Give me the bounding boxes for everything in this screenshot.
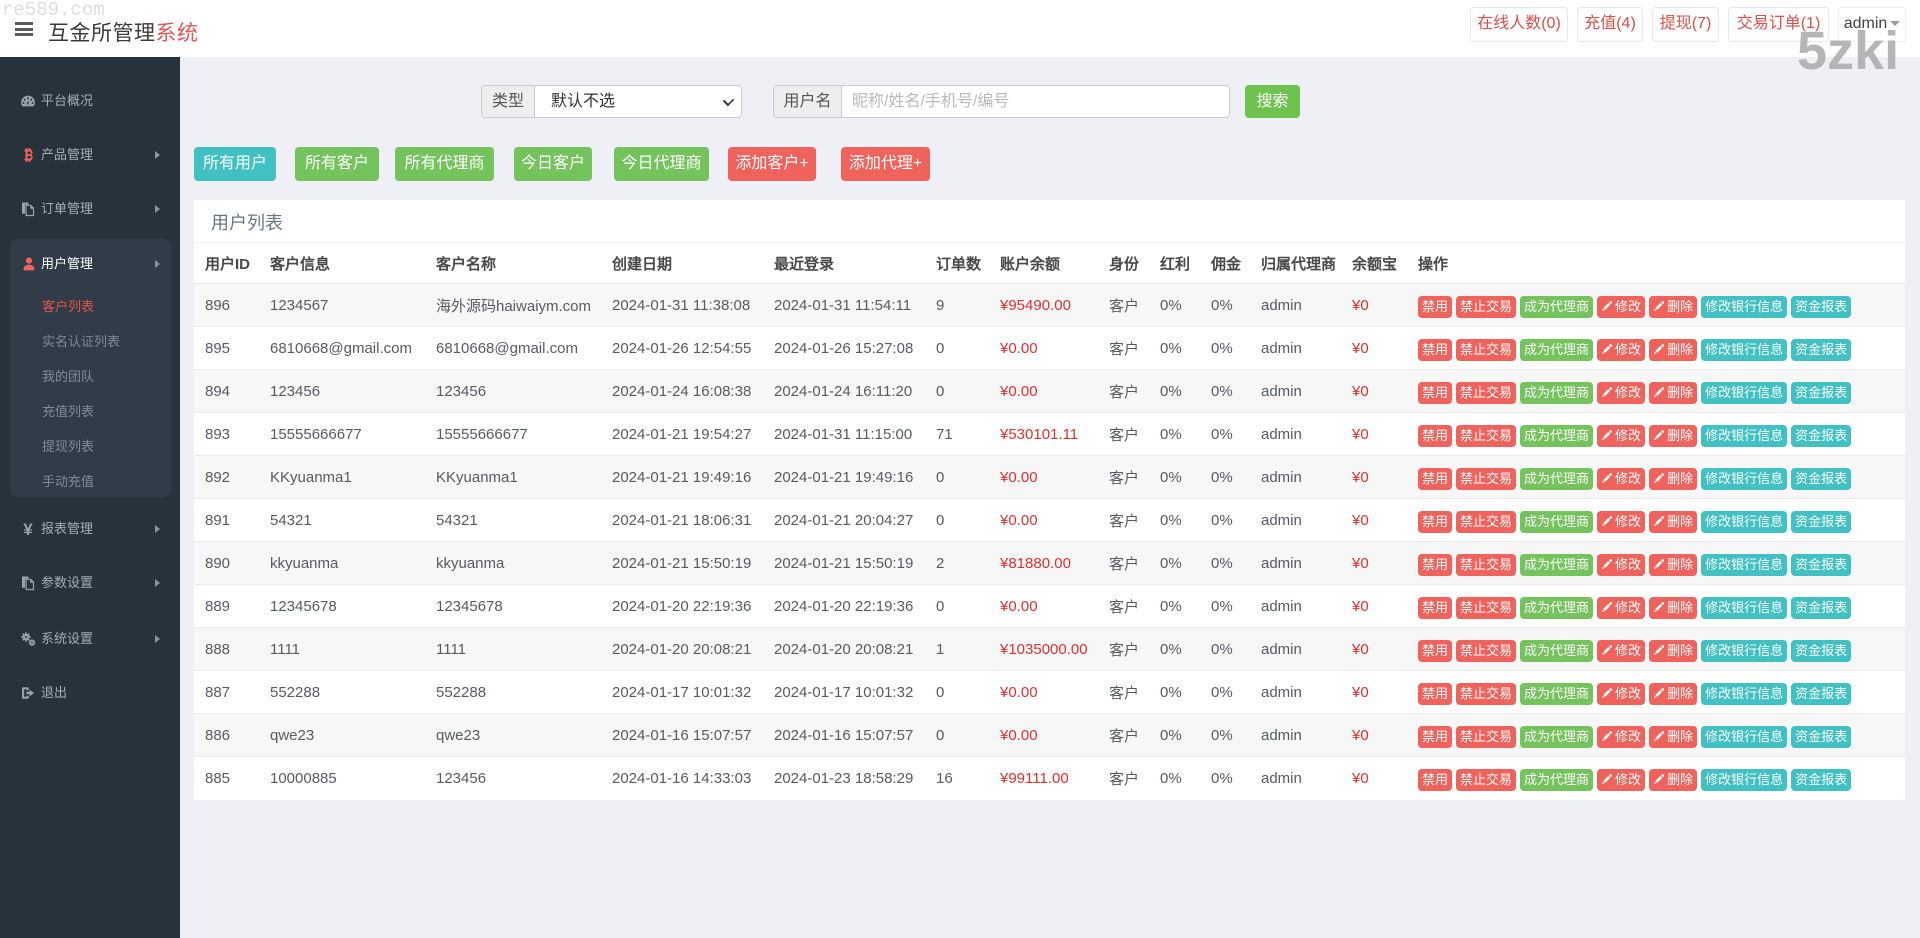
svg-text:¥: ¥ (23, 521, 33, 537)
